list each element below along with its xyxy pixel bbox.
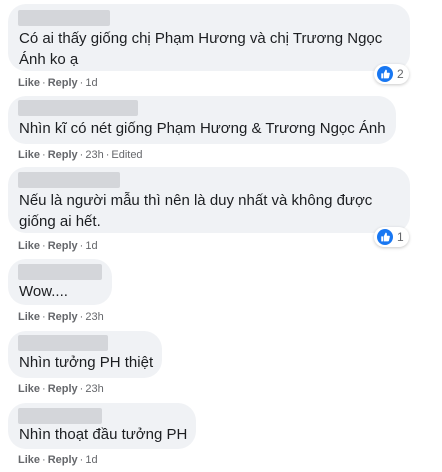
author-name[interactable] — [18, 264, 102, 280]
timestamp[interactable]: 23h — [85, 149, 103, 161]
timestamp[interactable]: 23h — [85, 311, 103, 323]
comment-text: Wow.... — [19, 283, 68, 300]
comment-text: Nếu là người mẫu thì nên là duy nhất và … — [19, 192, 373, 230]
comment-bubble: Wow.... — [8, 259, 112, 305]
timestamp[interactable]: 1d — [85, 454, 97, 466]
like-link[interactable]: Like — [18, 454, 40, 466]
author-name[interactable] — [18, 172, 120, 188]
like-link[interactable]: Like — [18, 240, 40, 252]
edited-label[interactable]: Edited — [111, 149, 142, 161]
comment-text: Nhìn tưởng PH thiệt — [19, 354, 154, 371]
author-name[interactable] — [18, 100, 138, 116]
comment-text: Nhìn thoạt đầu tưởng PH — [19, 426, 188, 443]
reaction-number: 1 — [397, 230, 404, 244]
comment-actions: Like · Reply · 1d — [18, 454, 98, 466]
comment-bubble: Nhìn tưởng PH thiệt — [8, 331, 162, 378]
comment-bubble: Nhìn thoạt đầu tưởng PH — [8, 403, 196, 449]
like-link[interactable]: Like — [18, 77, 40, 89]
author-name[interactable] — [18, 10, 110, 26]
reply-link[interactable]: Reply — [48, 149, 78, 161]
comment-text: Có ai thấy giống chị Phạm Hương và chị T… — [19, 30, 383, 68]
reply-link[interactable]: Reply — [48, 383, 78, 395]
comment-bubble: Có ai thấy giống chị Phạm Hương và chị T… — [8, 4, 410, 71]
like-link[interactable]: Like — [18, 149, 40, 161]
reply-link[interactable]: Reply — [48, 77, 78, 89]
like-link[interactable]: Like — [18, 383, 40, 395]
author-name[interactable] — [18, 335, 108, 351]
reaction-count[interactable]: 2 — [374, 64, 409, 84]
reply-link[interactable]: Reply — [48, 454, 78, 466]
comment-bubble: Nếu là người mẫu thì nên là duy nhất và … — [8, 167, 410, 233]
comment-actions: Like · Reply · 23h — [18, 311, 104, 323]
comment-actions: Like · Reply · 1d — [18, 77, 98, 89]
comment-actions: Like · Reply · 23h — [18, 383, 104, 395]
reply-link[interactable]: Reply — [48, 240, 78, 252]
comment-actions: Like · Reply · 23h · Edited — [18, 149, 143, 161]
reaction-number: 2 — [397, 67, 404, 81]
like-link[interactable]: Like — [18, 311, 40, 323]
timestamp[interactable]: 23h — [85, 383, 103, 395]
comment-actions: Like · Reply · 1d — [18, 240, 98, 252]
timestamp[interactable]: 1d — [85, 240, 97, 252]
comment-text: Nhìn kĩ có nét giống Phạm Hương & Trương… — [19, 120, 386, 137]
like-reaction-icon — [377, 66, 393, 82]
comment-bubble: Nhìn kĩ có nét giống Phạm Hương & Trương… — [8, 96, 396, 144]
reaction-count[interactable]: 1 — [374, 227, 409, 247]
timestamp[interactable]: 1d — [85, 77, 97, 89]
reply-link[interactable]: Reply — [48, 311, 78, 323]
like-reaction-icon — [377, 229, 393, 245]
author-name[interactable] — [18, 408, 102, 424]
